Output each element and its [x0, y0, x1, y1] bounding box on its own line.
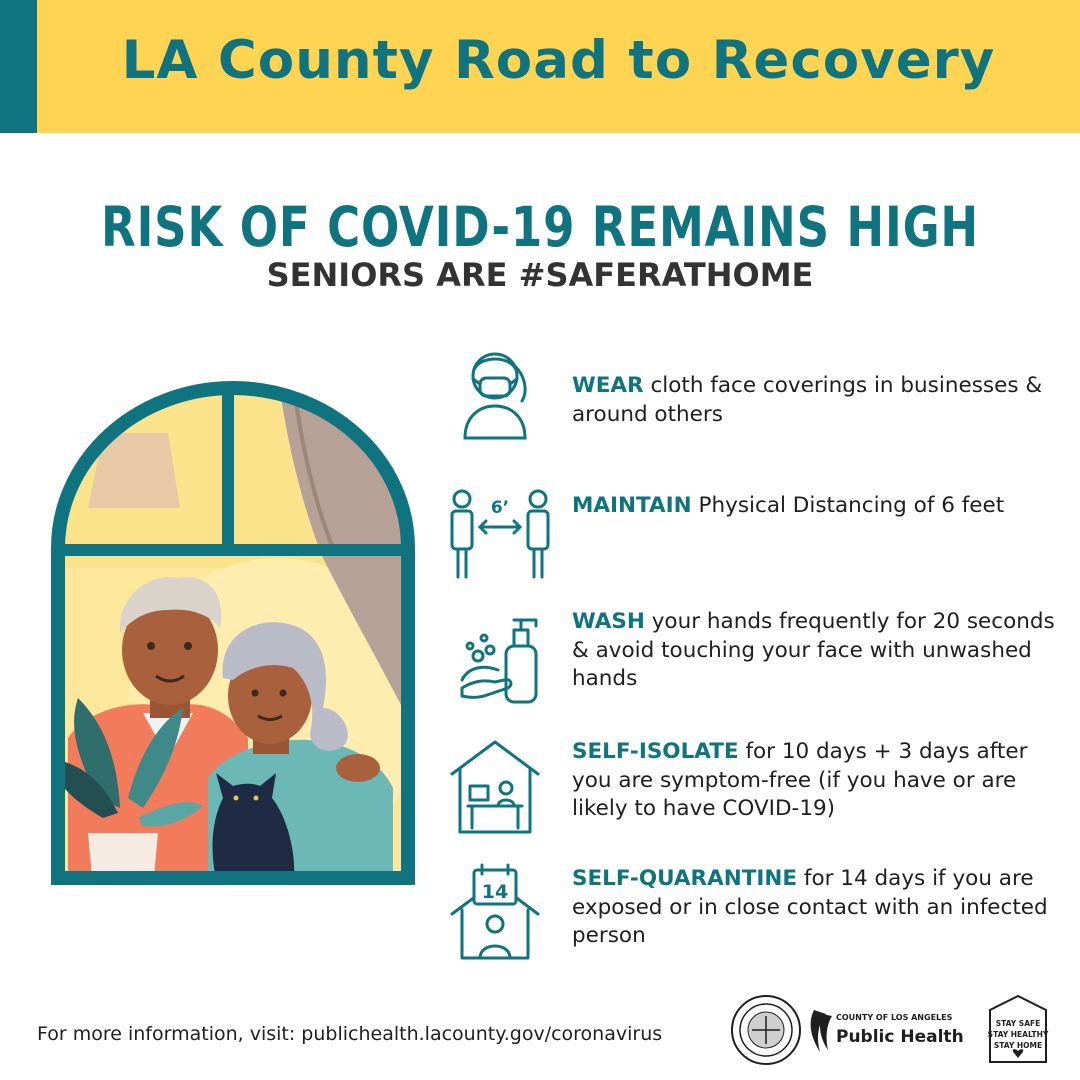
public-health-logo: COUNTY OF LOS ANGELES Public Health — [810, 1010, 964, 1052]
subheadline: SENIORS ARE #SAFERATHOME — [266, 256, 814, 294]
logos: COUNTY OF LOS ANGELES Public Health STAY… — [731, 994, 1049, 1065]
tip-self-isolate-text: SELF-ISOLATE for 10 days + 3 days after … — [572, 738, 1067, 824]
calendar-quarantine-icon: 14 — [450, 863, 540, 960]
tip-body: your hands frequently for 20 seconds & a… — [572, 609, 1055, 691]
stay-safe-logo: STAY SAFE STAY HEALTHY STAY HOME — [988, 994, 1049, 1063]
tip-wear-text: WEAR cloth face coverings in businesses … — [572, 372, 1067, 429]
stay-safe-line: STAY SAFE — [996, 1019, 1041, 1028]
house-isolate-icon — [450, 740, 540, 834]
physical-distance-icon: 6’ — [450, 489, 550, 579]
tip-keyword: MAINTAIN — [572, 493, 692, 518]
tip-self-quarantine-text: SELF-QUARANTINE for 14 days if you are e… — [572, 865, 1067, 951]
hand-wash-icon — [460, 618, 538, 704]
public-health-county-text: COUNTY OF LOS ANGELES — [836, 1013, 953, 1022]
tip-keyword: WEAR — [572, 373, 644, 398]
stay-healthy-line: STAY HEALTHY — [988, 1030, 1049, 1039]
stay-home-line: STAY HOME — [994, 1041, 1042, 1050]
tip-keyword: WASH — [572, 609, 645, 634]
county-seal-logo — [731, 995, 801, 1065]
tip-body: Physical Distancing of 6 feet — [691, 493, 1005, 518]
banner-title: LA County Road to Recovery — [121, 30, 996, 91]
tip-keyword: SELF-QUARANTINE — [572, 866, 798, 891]
face-mask-icon — [463, 352, 527, 440]
quarantine-days-label: 14 — [482, 881, 508, 903]
tip-wash-text: WASH your hands frequently for 20 second… — [572, 608, 1067, 694]
title-banner: LA County Road to Recovery — [0, 0, 1080, 133]
banner-accent-bar — [0, 0, 37, 133]
footer-info: For more information, visit: publichealt… — [37, 1023, 663, 1045]
public-health-title-text: Public Health — [836, 1027, 964, 1047]
headline: RISK OF COVID-19 REMAINS HIGH — [101, 195, 979, 259]
distance-label: 6’ — [491, 498, 509, 518]
seniors-window-illustration — [51, 381, 415, 885]
tip-maintain-text: MAINTAIN Physical Distancing of 6 feet — [572, 492, 1067, 521]
tip-keyword: SELF-ISOLATE — [572, 739, 739, 764]
